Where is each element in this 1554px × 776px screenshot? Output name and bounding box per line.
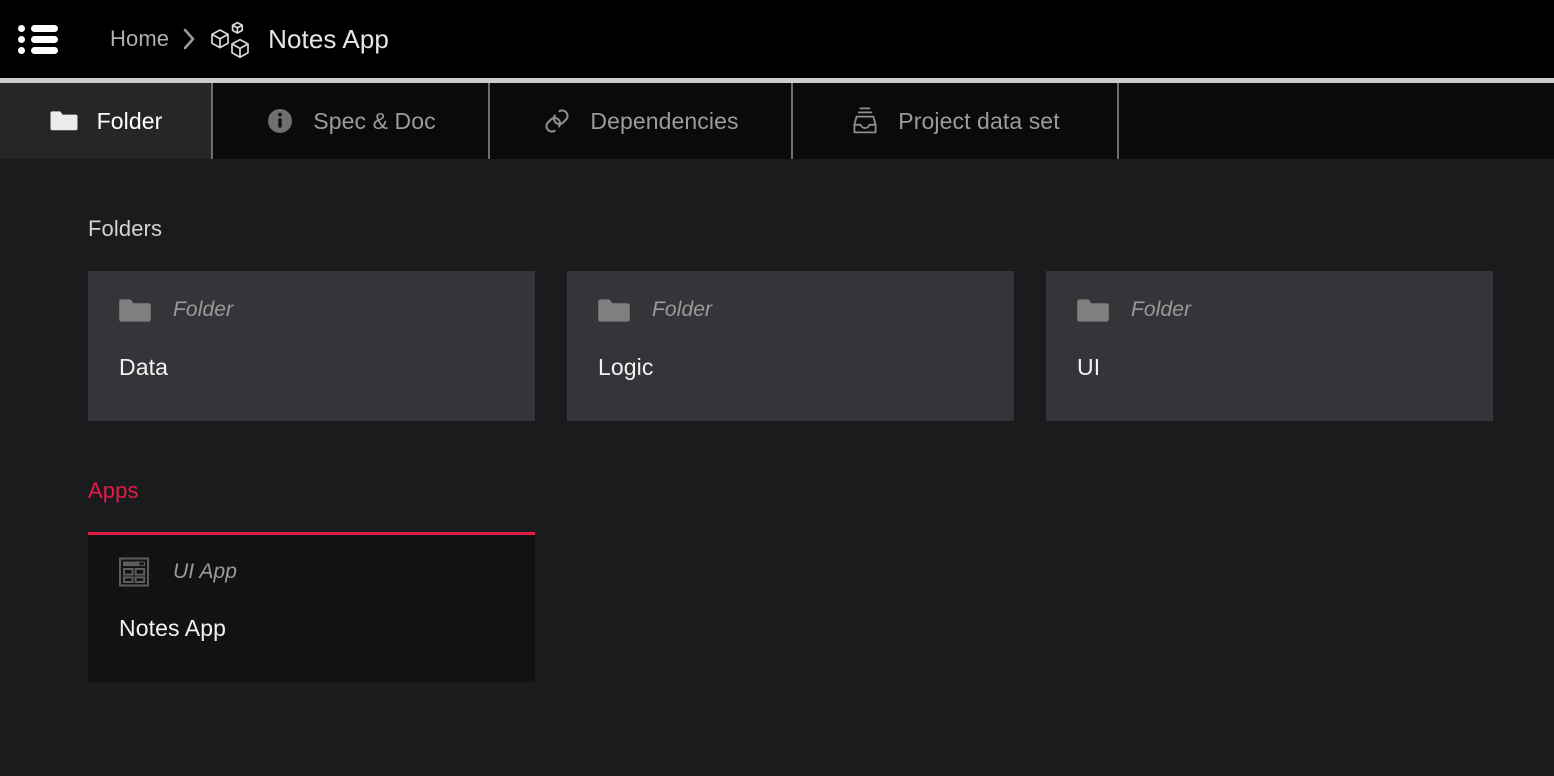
tab-spec-doc-label: Spec & Doc xyxy=(313,107,436,134)
folder-card-name: Data xyxy=(119,354,168,380)
tab-dependencies-label: Dependencies xyxy=(590,107,739,134)
breadcrumb: Home Notes App xyxy=(110,0,389,78)
card-header: Folder xyxy=(1046,271,1493,325)
folder-card-logic[interactable]: Folder Logic xyxy=(567,271,1014,421)
folder-card-ui[interactable]: Folder UI xyxy=(1046,271,1493,421)
menu-row xyxy=(18,35,58,43)
menu-dot xyxy=(18,35,25,43)
folder-card-type: Folder xyxy=(1131,298,1192,321)
folder-card-type: Folder xyxy=(173,298,234,321)
info-icon xyxy=(265,108,295,134)
link-icon xyxy=(542,106,572,136)
menu-bar xyxy=(31,24,58,32)
folder-icon xyxy=(118,295,154,325)
card-header: Folder xyxy=(88,271,535,325)
tab-dependencies[interactable]: Dependencies xyxy=(490,83,793,159)
inbox-icon xyxy=(850,106,880,136)
folder-card-name: UI xyxy=(1077,354,1101,380)
folders-card-grid: Folder Data Folder Logic Folder UI xyxy=(88,271,1554,421)
chevron-right-icon xyxy=(183,28,196,50)
folder-card-data[interactable]: Folder Data xyxy=(88,271,535,421)
menu-row xyxy=(18,24,58,32)
ui-app-icon xyxy=(118,557,154,587)
tab-bar-empty-space xyxy=(1119,83,1554,159)
app-card-type: UI App xyxy=(173,560,238,583)
folder-card-type: Folder xyxy=(652,298,713,321)
menu-dot xyxy=(18,46,25,54)
cubes-icon xyxy=(209,17,253,61)
tab-project-data-set[interactable]: Project data set xyxy=(793,83,1119,159)
card-header: UI App xyxy=(88,535,535,587)
app-header: Home Notes App xyxy=(0,0,1554,78)
menu-dot xyxy=(18,24,25,32)
menu-bar xyxy=(31,46,58,54)
page-title: Notes App xyxy=(268,23,389,54)
menu-bar xyxy=(31,35,58,43)
folders-section-heading: Folders xyxy=(88,216,163,241)
tab-spec-doc[interactable]: Spec & Doc xyxy=(213,83,490,159)
app-card-name: Notes App xyxy=(119,615,227,641)
list-menu-icon[interactable] xyxy=(18,22,58,56)
folder-icon xyxy=(597,295,633,325)
folder-card-name: Logic xyxy=(598,354,654,380)
breadcrumb-home-link[interactable]: Home xyxy=(110,26,169,52)
main-content: Folders Folder Data Folder Logic Folder … xyxy=(0,159,1554,776)
folder-icon xyxy=(49,109,79,133)
menu-row xyxy=(18,46,58,54)
apps-section-heading: Apps xyxy=(88,478,139,503)
tab-bar: Folder Spec & Doc Dependencies Project d… xyxy=(0,83,1554,159)
apps-card-grid: UI App Notes App xyxy=(88,532,1554,682)
tab-project-data-set-label: Project data set xyxy=(898,107,1060,134)
tab-folder-label: Folder xyxy=(96,107,163,134)
folder-icon xyxy=(1076,295,1112,325)
card-header: Folder xyxy=(567,271,1014,325)
tab-folder[interactable]: Folder xyxy=(0,83,213,159)
app-card-notes-app[interactable]: UI App Notes App xyxy=(88,532,535,682)
